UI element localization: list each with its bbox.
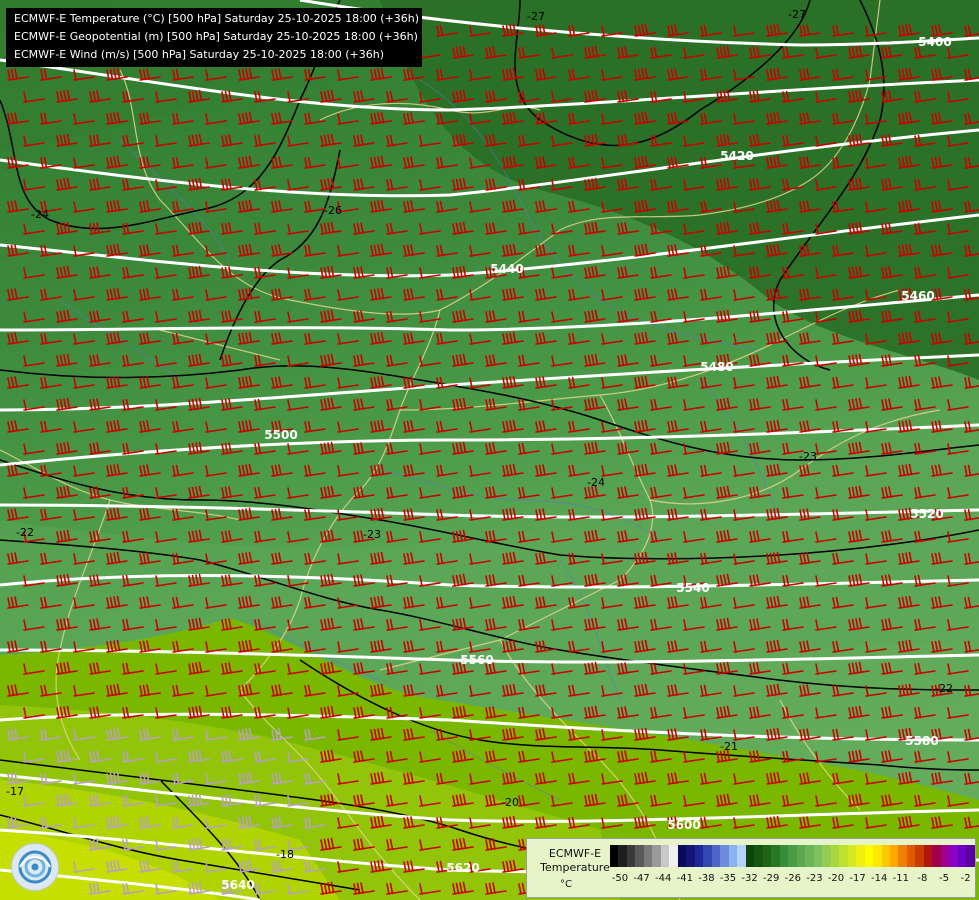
legend-color-swatch [762,845,772,867]
legend-color-swatch [779,845,789,867]
temperature-label: -26 [324,204,342,217]
temperature-label: -18 [276,848,294,861]
geopotential-label: 5400 [918,35,951,49]
legend-color-swatch [966,845,975,867]
legend-color-swatch [957,845,967,867]
legend-color-swatch [923,845,933,867]
geopotential-label: 5480 [700,360,733,374]
temperature-label: -23 [363,528,381,541]
legend-color-swatch [915,845,924,867]
legend-color-swatch [906,845,916,867]
legend-color-swatch [856,845,865,867]
legend-tick-label: -38 [698,873,715,884]
geopotential-label: 5420 [720,149,753,163]
temperature-label: -22 [935,682,953,695]
legend-color-swatch [703,845,712,867]
geopotential-label: 5440 [490,262,523,276]
legend-tick-label: -35 [719,873,737,884]
legend-color-swatch [932,845,941,867]
legend-tick-label: -41 [676,873,693,884]
temperature-label: -27 [788,8,806,21]
legend-tick-label: -47 [633,873,650,884]
temperature-label: -24 [587,476,605,489]
ecmwf-logo-icon [18,850,52,884]
legend-color-swatch [771,845,780,867]
geopotential-label: 5560 [460,653,493,667]
ecmwf-logo [11,843,59,891]
legend-color-swatch [635,845,644,867]
legend-color-swatch [677,845,687,867]
legend-color-swatch [754,845,763,867]
geopotential-label: 5540 [676,581,709,595]
legend-unit: °C [560,879,572,890]
temperature-label: -20 [501,796,519,809]
legend-color-swatch [694,845,704,867]
temperature-legend: ECMWF-E Temperature °C -50 -47 -44 -41 -38 -3… [526,838,976,898]
legend-color-swatch [610,845,619,867]
legend-color-swatch [889,845,899,867]
info-line-temperature: ECMWF-E Temperature (°C) [500 hPa] Satur… [14,12,420,25]
legend-tick-label: -17 [849,873,866,884]
weather-map: 5400 5420 5440 5460 5480 5500 5520 5540 5560 5580… [0,0,979,900]
legend-tick-label: -29 [763,873,780,884]
legend-color-bar [610,845,975,867]
geopotential-label: 5600 [667,818,700,832]
legend-tick-label: -5 [939,873,949,884]
legend-color-swatch [711,845,721,867]
legend-color-swatch [796,845,806,867]
temperature-label: -24 [31,208,49,221]
legend-title: ECMWF-E Temperature [540,847,610,874]
legend-color-swatch [626,845,636,867]
info-line-wind: ECMWF-E Wind (m/s) [500 hPa] Saturday 25… [14,48,384,61]
geopotential-label: 5520 [910,507,943,521]
legend-tick-label: -26 [784,873,801,884]
legend-color-swatch [839,845,848,867]
legend-color-swatch [940,845,950,867]
legend-color-swatch [720,845,729,867]
legend-color-swatch [737,845,746,867]
legend-color-swatch [728,845,738,867]
legend-tick-label: -23 [806,873,823,884]
legend-color-swatch [898,845,907,867]
legend-tick-label: -44 [655,873,672,884]
geopotential-label: 5620 [446,861,479,875]
legend-color-swatch [949,845,958,867]
legend-color-swatch [618,845,627,867]
legend-color-swatch [669,845,678,867]
map-info-box: ECMWF-E Temperature (°C) [500 hPa] Satur… [6,8,422,67]
legend-color-swatch [805,845,814,867]
legend-color-swatch [788,845,797,867]
temperature-label: -21 [720,740,738,753]
legend-color-swatch [864,845,874,867]
legend-color-swatch [830,845,840,867]
legend-tick-label: -32 [741,873,758,884]
legend-color-swatch [745,845,755,867]
legend-tick-label: -8 [917,873,928,884]
geopotential-label: 5640 [221,878,254,892]
legend-color-swatch [881,845,890,867]
temperature-label: -17 [6,785,24,798]
temperature-label: -22 [16,526,34,539]
legend-color-swatch [652,845,661,867]
legend-color-swatch [813,845,823,867]
legend-color-swatch [873,845,882,867]
temperature-label: -23 [799,450,817,463]
legend-color-swatch [643,845,653,867]
geopotential-label: 5460 [901,289,934,303]
legend-tick-label: -2 [960,873,971,884]
legend-tick-label: -50 [611,873,629,884]
legend-color-swatch [847,845,857,867]
info-line-geopotential: ECMWF-E Geopotential (m) [500 hPa] Satur… [14,30,418,43]
legend-tick-label: -20 [827,873,845,884]
legend-color-swatch [660,845,670,867]
legend-tick-label: -14 [871,873,888,884]
temperature-label: -27 [527,10,545,23]
geopotential-label: 5580 [905,734,938,748]
geopotential-label: 5500 [264,428,297,442]
legend-color-swatch [822,845,831,867]
legend-color-swatch [686,845,695,867]
legend-tick-label: -11 [892,873,909,884]
map-canvas: 5400 5420 5440 5460 5480 5500 5520 5540 5560 5580… [0,0,979,900]
